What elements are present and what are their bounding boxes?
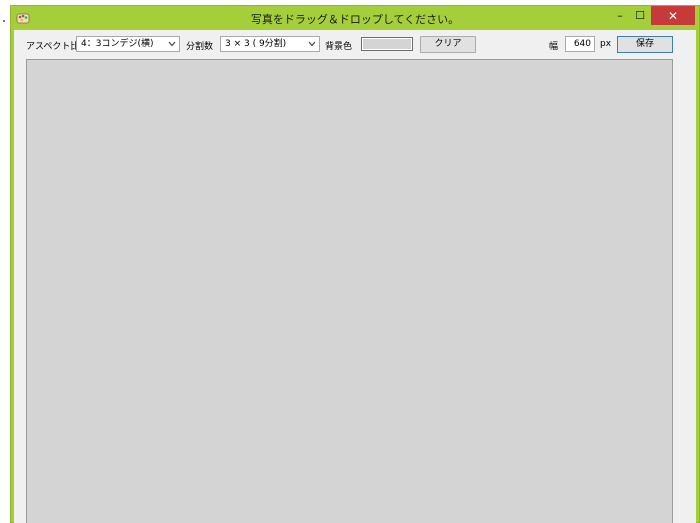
px-unit-label: px [600, 39, 612, 49]
split-count-label: 分割数 [186, 42, 214, 52]
title-bar[interactable]: 写真をドラッグ＆ドロップしてください。 – ☐ ✕ [11, 6, 699, 30]
app-window: 写真をドラッグ＆ドロップしてください。 – ☐ ✕ アスペクト比 4：3コンデジ… [10, 5, 700, 523]
maximize-button[interactable]: ☐ [631, 6, 649, 25]
client-area: アスペクト比 4：3コンデジ(横) 分割数 3 × 3 ( 9分割) 背景色 ク… [14, 30, 696, 523]
chevron-down-icon [307, 38, 317, 50]
chevron-down-icon [167, 38, 177, 50]
toolbar: アスペクト比 4：3コンデジ(横) 分割数 3 × 3 ( 9分割) 背景色 ク… [14, 30, 696, 60]
width-input[interactable]: 640 [565, 36, 595, 52]
split-count-select[interactable]: 3 × 3 ( 9分割) [220, 36, 320, 52]
clear-button[interactable]: クリア [420, 36, 476, 53]
aspect-ratio-label: アスペクト比 [26, 42, 80, 52]
window-title: 写真をドラッグ＆ドロップしてください。 [250, 13, 460, 26]
minimize-button[interactable]: – [611, 6, 629, 25]
background-color-swatch[interactable] [361, 37, 413, 51]
aspect-ratio-value: 4：3コンデジ(横) [81, 39, 154, 49]
width-label: 幅 [549, 42, 559, 52]
background-color-label: 背景色 [325, 42, 353, 52]
close-button[interactable]: ✕ [651, 6, 695, 25]
photo-drop-area[interactable] [26, 59, 673, 523]
stray-dot [3, 20, 5, 22]
aspect-ratio-select[interactable]: 4：3コンデジ(横) [76, 36, 180, 52]
split-count-value: 3 × 3 ( 9分割) [225, 39, 287, 49]
save-button[interactable]: 保存 [617, 36, 673, 53]
